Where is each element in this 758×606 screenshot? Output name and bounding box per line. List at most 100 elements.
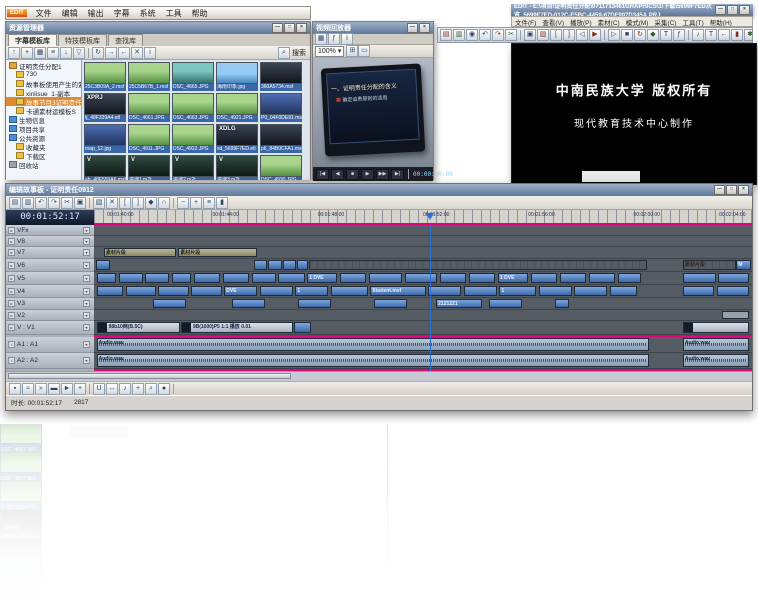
open-icon[interactable]: ▤ <box>440 29 452 41</box>
paste-icon[interactable]: ▧ <box>537 29 549 41</box>
maximize-button[interactable]: □ <box>726 185 737 195</box>
mark-in-icon[interactable]: [ <box>550 29 562 41</box>
track-lane-A1A1[interactable]: Audio.wavAudio.wav <box>94 337 752 353</box>
close-button[interactable]: × <box>738 185 749 195</box>
open-icon[interactable]: ▤ <box>9 197 21 209</box>
zoom-icon[interactable]: ⌕ <box>145 383 157 395</box>
track-header-V8[interactable]: ▸V8▾ <box>6 236 94 247</box>
track-toggle-icon[interactable]: ▸ <box>8 288 15 295</box>
next-icon[interactable]: ▶| <box>391 169 404 180</box>
timeline-clip[interactable] <box>555 299 569 308</box>
program-menu-item-3[interactable]: 素材(C) <box>595 17 623 27</box>
minimize-button[interactable]: — <box>715 5 726 15</box>
scrollbar-thumb[interactable] <box>8 373 291 379</box>
tree-item-6[interactable]: 生物信息 <box>6 115 81 124</box>
minimize-button[interactable]: — <box>272 23 283 33</box>
playhead-line[interactable] <box>430 225 431 371</box>
track-menu-icon[interactable]: ▾ <box>83 249 90 256</box>
timeline-clip[interactable]: Student.msf <box>370 286 425 296</box>
ff-icon[interactable]: ▶▶ <box>376 169 389 180</box>
play-icon[interactable]: ▶ <box>361 169 374 180</box>
timeline-ruler[interactable]: 00:01:40:0000:01:44:0000:01:48:0000:01:5… <box>94 210 752 225</box>
mic-icon[interactable]: ● <box>158 383 170 395</box>
track-header-A1A1[interactable]: ♪A1 : A1▾ <box>6 337 94 353</box>
timeline-clip[interactable] <box>232 299 265 308</box>
prev-icon[interactable]: |◀ <box>316 169 329 180</box>
track-lane-VFx[interactable] <box>94 225 752 236</box>
lock-icon[interactable]: ▪ <box>9 383 21 395</box>
volume-icon[interactable]: ♪ <box>119 383 131 395</box>
timeline-clip[interactable] <box>610 286 638 296</box>
timeline-clip[interactable] <box>717 286 749 296</box>
track-toggle-icon[interactable]: ▸ <box>8 249 15 256</box>
track-menu-icon[interactable]: ▾ <box>83 341 90 348</box>
move-icon[interactable]: + <box>132 383 144 395</box>
timeline-clip[interactable]: 素材片段 <box>178 248 257 257</box>
timeline-clip[interactable] <box>97 286 123 296</box>
track-menu-icon[interactable]: ▾ <box>83 238 90 245</box>
trim-icon[interactable]: T <box>660 29 672 41</box>
save-icon[interactable]: ▥ <box>22 197 34 209</box>
track-menu-icon[interactable]: ▾ <box>83 275 90 282</box>
minimize-button[interactable]: — <box>714 185 725 195</box>
mark-out-icon[interactable]: ] <box>563 29 575 41</box>
stop-icon[interactable]: ■ <box>621 29 633 41</box>
timeline-clip[interactable] <box>254 260 267 270</box>
redo-icon[interactable]: ↷ <box>492 29 504 41</box>
main-menu-item-4[interactable]: 系统 <box>135 9 161 18</box>
timeline-clip[interactable]: 9B(1000)P5 1:1 播放 0.01 <box>181 322 293 333</box>
main-menu-item-3[interactable]: 字幕 <box>109 9 135 18</box>
program-menu-item-7[interactable]: 帮助(H) <box>707 17 735 27</box>
track-header-VV1[interactable]: ▸V : V1▾ <box>6 321 94 335</box>
tree-item-2[interactable]: 故事板使用产生的素材 <box>6 79 81 88</box>
program-menu-item-4[interactable]: 模式(M) <box>623 17 652 27</box>
prev-frame-icon[interactable]: ◁ <box>576 29 588 41</box>
timeline-clip[interactable] <box>722 311 748 319</box>
import-icon[interactable]: → <box>105 47 117 59</box>
timeline-clip[interactable] <box>294 322 311 333</box>
info-tab-icon[interactable]: i <box>341 33 353 45</box>
thumbnail-item-18[interactable]: V讲课3.m2t <box>216 155 258 180</box>
snap-icon[interactable]: ∩ <box>158 197 170 209</box>
safe-area-icon[interactable]: ▭ <box>358 45 370 57</box>
thumbnail-item-13[interactable]: XDLGxd_5699F7ED.etl <box>216 124 258 153</box>
close-button[interactable]: × <box>419 23 430 33</box>
track-lane-V2[interactable] <box>94 310 752 321</box>
timeline-clip[interactable] <box>283 260 296 270</box>
timeline-clip[interactable] <box>97 273 117 283</box>
tree-item-8[interactable]: 公共资源 <box>6 133 81 142</box>
folder-up-icon[interactable]: ↑ <box>8 47 20 59</box>
asset-manager-titlebar[interactable]: 资源管理器 —□× <box>6 22 310 34</box>
timeline-clip[interactable] <box>297 260 308 270</box>
thumbnail-item-19[interactable]: DSC_4930.JPG <box>260 155 302 180</box>
timeline-clip[interactable] <box>683 322 749 333</box>
timeline-titlebar[interactable]: 编辑故事板 - 证明责任0912 —□× <box>6 184 752 196</box>
insert-icon[interactable]: » <box>35 383 47 395</box>
next-frame-icon[interactable]: ▷ <box>608 29 620 41</box>
view-thumb-icon[interactable]: ▦ <box>34 47 46 59</box>
filter-icon[interactable]: ▽ <box>73 47 85 59</box>
thumbnail-item-8[interactable]: DSC_4921.JPG <box>216 93 258 122</box>
stretch-icon[interactable]: ↔ <box>106 383 118 395</box>
timeline-clip[interactable] <box>589 273 615 283</box>
timeline-clip[interactable]: 1 <box>295 286 328 296</box>
ripple-icon[interactable]: ≈ <box>22 383 34 395</box>
speaker-icon[interactable]: ♪ <box>8 357 15 364</box>
timeline-clip[interactable]: 1 <box>499 286 536 296</box>
track-menu-icon[interactable]: ▾ <box>83 324 90 331</box>
clip-tab-icon[interactable]: ▦ <box>315 33 327 45</box>
render-icon[interactable]: ▮ <box>216 197 228 209</box>
thumbnail-item-16[interactable]: V讲课1.m2t <box>128 155 170 180</box>
program-menu-item-5[interactable]: 采集(C) <box>651 17 679 27</box>
track-toggle-icon[interactable]: ▸ <box>8 238 15 245</box>
program-menu-item-2[interactable]: 播放(P) <box>567 17 595 27</box>
timeline-clip[interactable] <box>440 273 466 283</box>
export-icon[interactable]: ← <box>118 47 130 59</box>
timeline-clip[interactable] <box>539 286 572 296</box>
thumbnail-item-5[interactable]: XPRJtj_48F339A4.etl <box>84 93 126 122</box>
effects-icon[interactable]: ƒ <box>673 29 685 41</box>
timeline-clip[interactable] <box>278 273 304 283</box>
program-window-titlebar[interactable]: EDIT - E:\项目\证明责任分配\0711713461GRAPHICS\1… <box>511 4 753 16</box>
minimize-button[interactable]: — <box>407 23 418 33</box>
magnet-icon[interactable]: U <box>93 383 105 395</box>
